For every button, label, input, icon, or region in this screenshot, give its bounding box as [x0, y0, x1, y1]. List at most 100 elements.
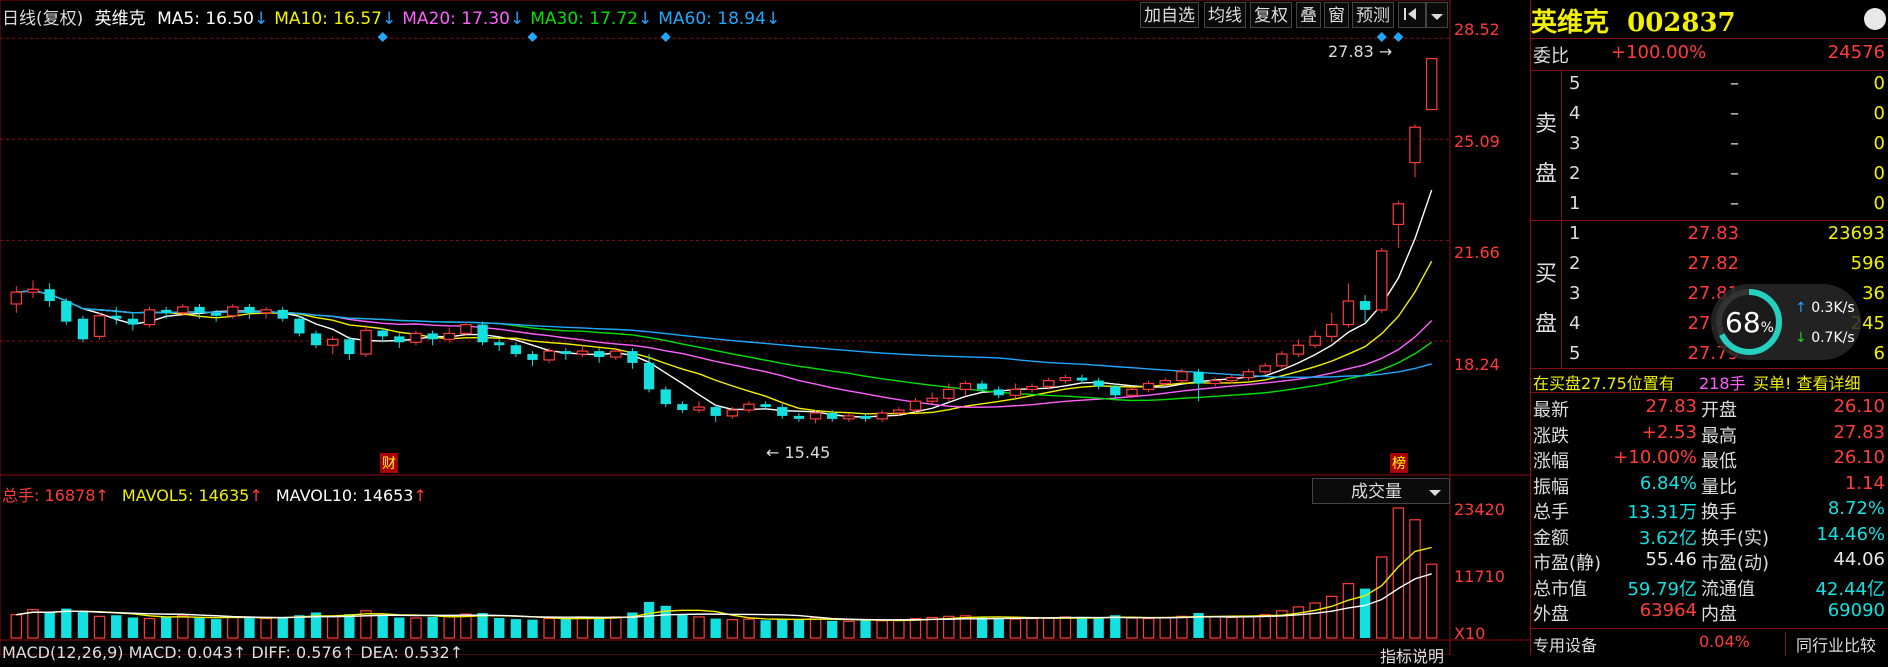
up-arrow-icon: ↑: [413, 486, 427, 505]
price-tick: 18.24: [1454, 355, 1500, 374]
sell-level-price: –: [1730, 103, 1739, 124]
up-arrow-icon: ↑: [249, 486, 263, 505]
kline-chart[interactable]: [0, 0, 1530, 655]
volume-bar-down: [194, 618, 205, 638]
price-tick: 28.52: [1454, 20, 1500, 39]
volume-bars: [10, 507, 1438, 639]
quote-stat-row: 金额 3.62亿 换手(实) 14.46%: [1531, 524, 1888, 549]
candle-body-up: [1242, 371, 1255, 379]
kline-chart-area[interactable]: 日线(复权) 英维克 MA5: 16.50↓ MA10: 16.57↓ MA20: …: [0, 0, 1530, 666]
candle-body-down: [61, 301, 72, 322]
candle-body-down: [1093, 380, 1104, 387]
candle-body-up: [959, 382, 972, 391]
mavol5: MAVOL5: 14635: [121, 486, 250, 505]
candle-body-down: [77, 318, 89, 340]
bid-notice[interactable]: 在买盘27.75位置有 218手 买单! 查看详细: [1531, 370, 1888, 394]
stat-label: 市盈(静): [1533, 553, 1602, 574]
quote-stat-row: 涨幅 +10.00% 最低 26.10: [1531, 447, 1888, 472]
volume-bar-up: [1059, 616, 1072, 639]
candle-body-down: [643, 362, 655, 390]
buy-level-row[interactable]: 2 27.82 596: [1531, 253, 1888, 277]
volume-bar-up: [1326, 595, 1338, 639]
stat-label: 开盘: [1701, 400, 1737, 421]
sell-level-row[interactable]: 2 – 0: [1531, 163, 1888, 187]
volume-bar-up: [410, 617, 422, 639]
buy-level-num: 3: [1569, 283, 1581, 304]
indicator-selector[interactable]: 成交量: [1312, 478, 1450, 504]
stat-label: 最新: [1533, 400, 1569, 421]
volume-bar-up: [443, 615, 456, 639]
candle-body-up: [93, 315, 106, 337]
volume-bar-up: [909, 617, 922, 639]
ma10-line: [16, 260, 1433, 415]
candle-body-up: [743, 403, 755, 411]
ma-legend-item: MA30: 17.72: [530, 9, 638, 29]
price-tick: 21.66: [1454, 243, 1500, 262]
bid-detail-link[interactable]: 买单! 查看详细: [1753, 370, 1861, 394]
event-diamond-icon: [1393, 32, 1404, 42]
candle-body-up: [1142, 382, 1155, 391]
volume-bar-up: [876, 620, 888, 639]
candle-body-up: [1009, 388, 1022, 396]
sell-level-num: 3: [1569, 133, 1581, 154]
avg-line-button[interactable]: 均线: [1204, 2, 1246, 28]
industry-name: 专用设备: [1533, 636, 1598, 655]
volume-bar-down: [427, 616, 438, 638]
event-markers: [377, 32, 1404, 42]
ma-legend-item: MA20: 17.30: [402, 9, 510, 29]
volume-bar-down: [643, 601, 655, 638]
globe-icon[interactable]: [1864, 8, 1886, 30]
volume-bar-down: [111, 615, 122, 638]
volume-bar-down: [161, 616, 172, 638]
candle-body-up: [693, 406, 705, 411]
volume-bar-up: [1009, 618, 1022, 639]
window-button[interactable]: 窗: [1324, 2, 1349, 28]
stat-label: 金额: [1533, 527, 1569, 549]
stock-title: 英维克 002837: [1531, 8, 1736, 38]
ranking-marker[interactable]: 榜: [1390, 453, 1408, 473]
chevron-down-icon[interactable]: [1426, 2, 1448, 28]
expand-icon[interactable]: [1398, 2, 1426, 28]
volume-bar-up: [360, 610, 372, 639]
quote-stat-row: 涨跌 +2.53 最高 27.83: [1531, 421, 1888, 447]
restore-button[interactable]: 复权: [1250, 2, 1292, 28]
indicator-selector-label: 成交量: [1351, 482, 1402, 502]
industry-row: 专用设备 0.04% 同行业比较: [1531, 632, 1888, 656]
volume-bar-up: [177, 615, 189, 639]
earnings-marker[interactable]: 财: [380, 453, 398, 473]
forecast-button[interactable]: 预测: [1352, 2, 1394, 28]
candle-body-down: [1110, 386, 1121, 396]
buy-level-row[interactable]: 1 27.83 23693: [1531, 223, 1888, 247]
candle-body-down: [344, 339, 355, 355]
indicator-help-link[interactable]: 指标说明: [1380, 643, 1444, 667]
candle-body-down: [976, 383, 988, 390]
candle-body-up: [443, 332, 456, 340]
volume-bar-down: [793, 619, 805, 638]
sell-level-row[interactable]: 5 – 0: [1531, 73, 1888, 97]
volume-bar-down: [760, 620, 771, 638]
high-price-label: 27.83 →: [1328, 42, 1393, 61]
candle-body-down: [777, 407, 788, 416]
sell-level-volume: 0: [1873, 193, 1885, 214]
add-watch-button[interactable]: 加自选: [1140, 2, 1199, 28]
speed-widget[interactable]: 68% ↑ 0.3K/s ↓ 0.7K/s: [1711, 284, 1861, 360]
compare-button[interactable]: 同行业比较: [1785, 632, 1876, 656]
buy-level-num: 1: [1569, 223, 1581, 244]
stat-value: 59.79亿: [1627, 578, 1697, 600]
sell-level-row[interactable]: 1 – 0: [1531, 193, 1888, 217]
stat-value: 27.83: [1833, 421, 1885, 443]
sell-level-row[interactable]: 3 – 0: [1531, 133, 1888, 157]
volume-bar-up: [926, 616, 938, 639]
candle-body-up: [1259, 365, 1271, 373]
volume-legend: 总手: 16878↑ MAVOL5: 14635↑ MAVOL10: 14653…: [2, 482, 427, 506]
stat-value: 69090: [1827, 600, 1885, 621]
stat-label: 总市值: [1533, 578, 1587, 600]
stat-label: 涨幅: [1533, 451, 1569, 472]
overlay-button[interactable]: 叠: [1296, 2, 1321, 28]
volume-bar-up: [1242, 615, 1255, 639]
candle-body-down: [477, 324, 488, 343]
buy-level-num: 5: [1569, 343, 1581, 364]
candle-body-up: [1409, 126, 1421, 164]
candle-body-down: [244, 306, 255, 313]
sell-level-row[interactable]: 4 – 0: [1531, 103, 1888, 127]
